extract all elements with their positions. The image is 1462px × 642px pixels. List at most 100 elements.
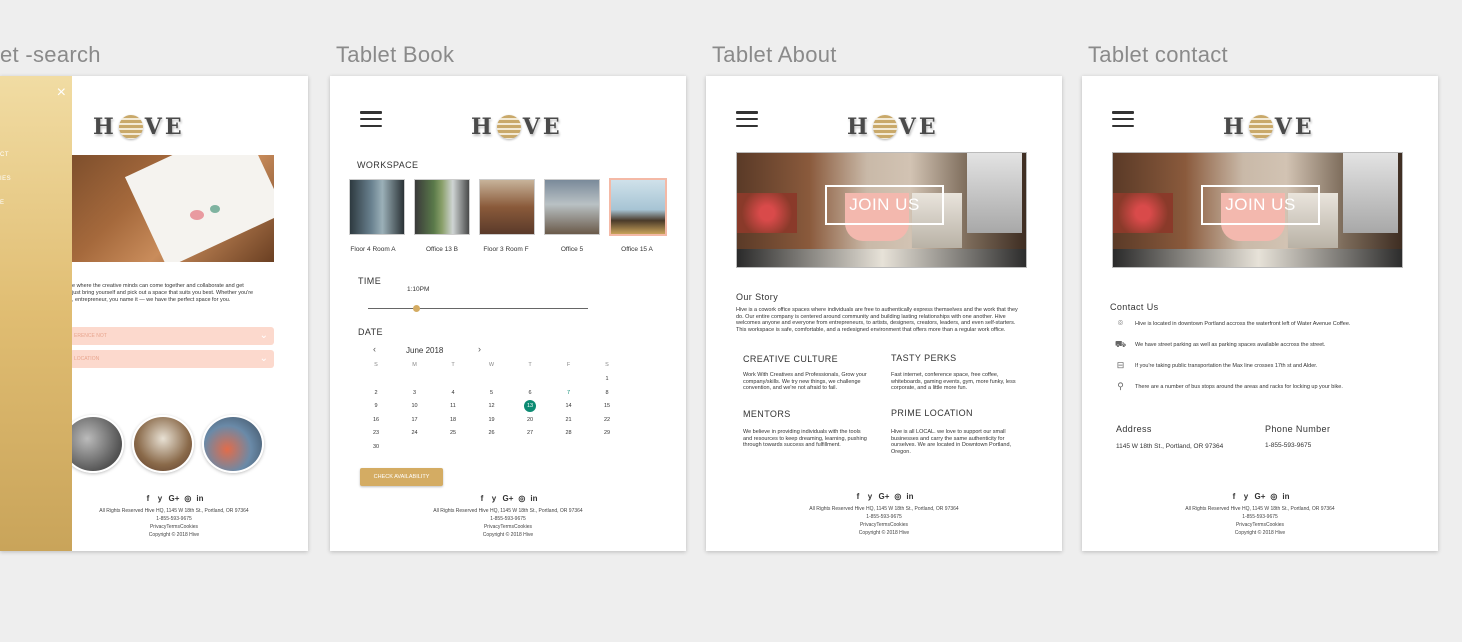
calendar-day[interactable]: 2	[369, 390, 383, 396]
prev-month-icon[interactable]: ‹	[373, 344, 376, 354]
join-us-banner[interactable]: JOIN US	[1112, 152, 1403, 268]
calendar-day[interactable]: 23	[369, 430, 383, 436]
hamburger-menu-icon[interactable]	[736, 111, 758, 127]
contact-row-transit: ⊟ If you're taking public transportation…	[1114, 360, 1318, 371]
footer-links[interactable]: PrivacyTermsCookies	[40, 523, 308, 531]
calendar-day[interactable]: 26	[485, 430, 499, 436]
footer-links[interactable]: PrivacyTermsCookies	[1082, 521, 1438, 529]
calendar-day[interactable]: 29	[600, 430, 614, 436]
logo-letter: H	[1223, 114, 1247, 140]
slider-track	[368, 308, 588, 309]
linkedin-icon[interactable]: in	[906, 493, 913, 501]
check-availability-button[interactable]: CHECK AVAILABILITY	[360, 468, 443, 486]
instagram-icon[interactable]: ◎	[518, 495, 525, 503]
facebook-icon[interactable]: f	[854, 493, 861, 501]
calendar-day[interactable]: 24	[408, 430, 422, 436]
twitter-icon[interactable]: y	[866, 493, 873, 501]
side-menu-item[interactable]: E	[0, 200, 5, 206]
instagram-icon[interactable]: ◎	[184, 495, 191, 503]
linkedin-icon[interactable]: in	[1282, 493, 1289, 501]
phone-value[interactable]: 1-855-593-9675	[1265, 442, 1311, 450]
calendar-day[interactable]: 22	[600, 417, 614, 423]
join-us-button[interactable]: JOIN US	[825, 185, 944, 225]
calendar-day[interactable]: 17	[408, 417, 422, 423]
hive-logo[interactable]: H VE	[93, 114, 185, 140]
hive-logo[interactable]: H VE	[847, 114, 939, 140]
design-canvas: et -search Tablet Book Tablet About Tabl…	[0, 0, 1462, 642]
twitter-icon[interactable]: y	[156, 495, 163, 503]
logo-letters: VE	[522, 114, 563, 140]
artboard-search[interactable]: H VE e where the creative minds can come…	[0, 76, 308, 551]
calendar-day[interactable]: 16	[369, 417, 383, 423]
workspace-thumb-1[interactable]	[349, 179, 405, 235]
calendar-day-selected[interactable]: 13	[524, 400, 536, 412]
twitter-icon[interactable]: y	[490, 495, 497, 503]
workspace-thumb-3[interactable]	[479, 179, 535, 235]
facebook-icon[interactable]: f	[144, 495, 151, 503]
artboard-about[interactable]: H VE JOIN US Our Story Hive is a cowork …	[706, 76, 1062, 551]
footer-links[interactable]: PrivacyTermsCookies	[330, 523, 686, 531]
hive-logo[interactable]: H VE	[471, 114, 563, 140]
calendar-day[interactable]: 10	[408, 403, 422, 409]
logo-letter: H	[847, 114, 871, 140]
workspace-thumb-4[interactable]	[544, 179, 600, 235]
calendar-day[interactable]: 19	[485, 417, 499, 423]
twitter-icon[interactable]: y	[1242, 493, 1249, 501]
workspace-thumb-5-selected[interactable]	[609, 178, 667, 236]
google-plus-icon[interactable]: G+	[1254, 493, 1265, 501]
workspace-thumb-2[interactable]	[414, 179, 470, 235]
calendar-day[interactable]: 4	[446, 390, 460, 396]
calendar-day[interactable]: 7	[562, 390, 576, 396]
calendar-day[interactable]: 20	[523, 417, 537, 423]
google-plus-icon[interactable]: G+	[878, 493, 889, 501]
time-slider[interactable]	[368, 305, 588, 313]
calendar-day[interactable]: 14	[562, 403, 576, 409]
calendar-day[interactable]: 30	[369, 444, 383, 450]
linkedin-icon[interactable]: in	[196, 495, 203, 503]
hive-logo[interactable]: H VE	[1223, 114, 1315, 140]
calendar-day[interactable]: 5	[485, 390, 499, 396]
calendar-day[interactable]: 21	[562, 417, 576, 423]
footer: f y G+ ◎ in All Rights Reserved Hive HQ,…	[40, 495, 308, 539]
slider-knob[interactable]	[413, 305, 420, 312]
calendar-day[interactable]: 28	[562, 430, 576, 436]
calendar-day[interactable]: 15	[600, 403, 614, 409]
mural-photo-circle[interactable]	[202, 415, 264, 473]
google-plus-icon[interactable]: G+	[502, 495, 513, 503]
artboard-book[interactable]: H VE WORKSPACE Floor 4 Room A Office 13 …	[330, 76, 686, 551]
linkedin-icon[interactable]: in	[530, 495, 537, 503]
artboard-title-book: Tablet Book	[336, 42, 455, 67]
artboard-contact[interactable]: H VE JOIN US Contact Us ⌾ Hive is locate…	[1082, 76, 1438, 551]
close-icon[interactable]: ×	[57, 84, 66, 102]
instagram-icon[interactable]: ◎	[894, 493, 901, 501]
workspace-photo-circle[interactable]	[132, 415, 194, 473]
calendar-day[interactable]: 8	[600, 390, 614, 396]
calendar[interactable]: ‹ June 2018 › S M T W T F S 1 2 3 4 5 6 7 8 9 10 11 12 13 14…	[358, 344, 628, 464]
calendar-day[interactable]: 18	[446, 417, 460, 423]
hamburger-menu-icon[interactable]	[360, 111, 382, 127]
time-value: 1:10PM	[407, 286, 430, 293]
instagram-icon[interactable]: ◎	[1270, 493, 1277, 501]
calendar-day[interactable]: 1	[600, 376, 614, 382]
join-us-button[interactable]: JOIN US	[1201, 185, 1320, 225]
footer-links[interactable]: PrivacyTermsCookies	[706, 521, 1062, 529]
side-menu-item[interactable]: CT	[0, 152, 9, 158]
calendar-day[interactable]: 27	[523, 430, 537, 436]
hamburger-menu-icon[interactable]	[1112, 111, 1134, 127]
side-menu-item[interactable]: IES	[0, 176, 11, 182]
join-us-banner[interactable]: JOIN US	[736, 152, 1027, 268]
preference-dropdown[interactable]: ERENCE NOT ⌄	[70, 327, 274, 345]
location-dropdown[interactable]: LOCATION ⌄	[70, 350, 274, 368]
footer: f y G+ ◎ in All Rights Reserved Hive HQ,…	[706, 493, 1062, 537]
calendar-day[interactable]: 6	[523, 390, 537, 396]
calendar-day[interactable]: 25	[446, 430, 460, 436]
weekday-label: S	[374, 362, 378, 368]
facebook-icon[interactable]: f	[1230, 493, 1237, 501]
calendar-day[interactable]: 12	[485, 403, 499, 409]
next-month-icon[interactable]: ›	[478, 344, 481, 354]
calendar-day[interactable]: 11	[446, 403, 460, 409]
calendar-day[interactable]: 3	[408, 390, 422, 396]
google-plus-icon[interactable]: G+	[168, 495, 179, 503]
calendar-day[interactable]: 9	[369, 403, 383, 409]
facebook-icon[interactable]: f	[478, 495, 485, 503]
